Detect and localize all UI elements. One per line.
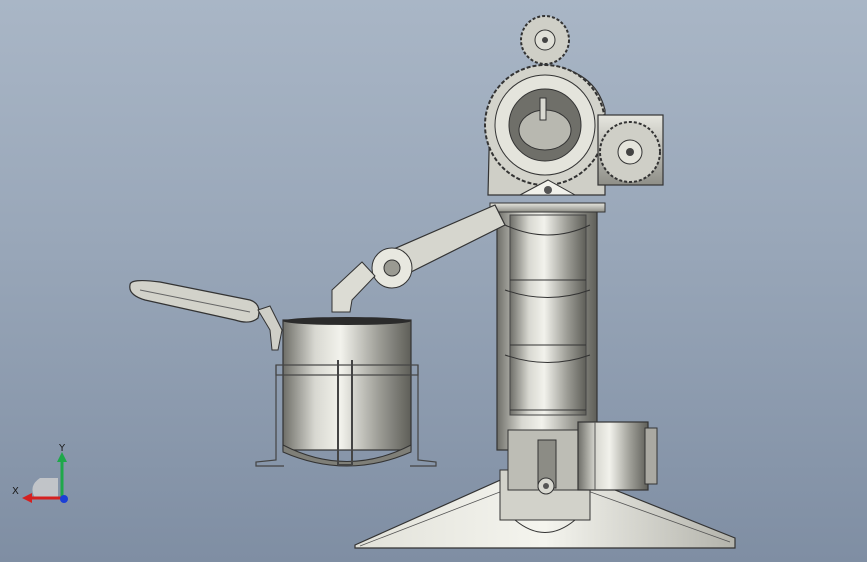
cad-model[interactable]: [0, 0, 867, 562]
side-gear-plate: [597, 114, 664, 186]
lever-arm-icon: [331, 204, 506, 313]
z-axis-dot: [60, 495, 68, 503]
gear-icon: [599, 121, 661, 183]
cad-viewport[interactable]: Y X: [0, 0, 867, 562]
motor-icon: [577, 421, 658, 491]
gear-icon: [520, 15, 570, 65]
column-icon: [489, 202, 606, 451]
gearbox-icon: [507, 429, 581, 495]
gear-head-icon: [484, 15, 606, 196]
pot-icon: [255, 317, 437, 467]
view-triad-icon: Y X: [12, 443, 68, 503]
y-axis-label: Y: [58, 443, 66, 454]
x-axis-arrow: [22, 493, 32, 503]
x-axis-label: X: [12, 486, 19, 497]
lid-icon: [129, 279, 283, 351]
gear-icon: [484, 64, 606, 186]
